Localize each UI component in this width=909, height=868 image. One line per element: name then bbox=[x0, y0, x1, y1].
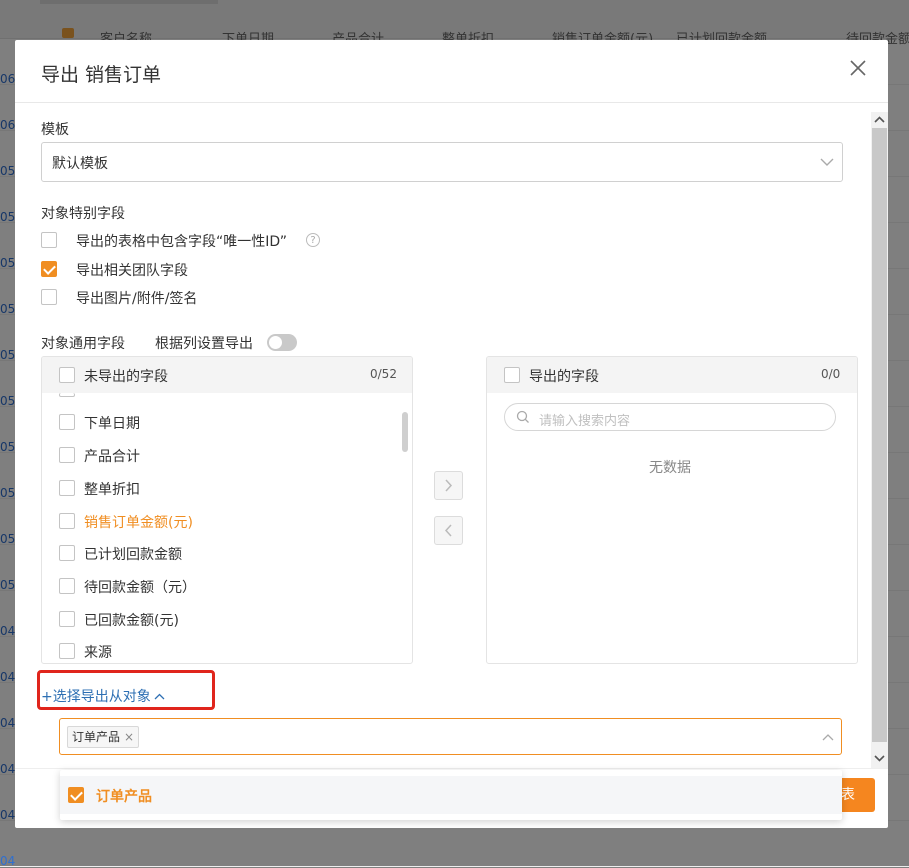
dropdown-option-checkbox[interactable] bbox=[68, 787, 84, 803]
chevron-left-icon bbox=[444, 524, 452, 537]
list-item-checkbox[interactable] bbox=[59, 447, 75, 463]
list-item-checkbox[interactable] bbox=[59, 611, 75, 627]
dialog-title: 导出 销售订单 bbox=[41, 64, 162, 86]
scrollbar-thumb[interactable] bbox=[872, 128, 887, 742]
exported-fields-count: 0/0 bbox=[821, 367, 841, 381]
list-item-checkbox[interactable] bbox=[59, 414, 75, 430]
chevron-right-icon bbox=[445, 479, 453, 492]
list-item-checkbox[interactable] bbox=[59, 545, 75, 561]
help-icon[interactable]: ? bbox=[306, 233, 320, 247]
list-item-checkbox[interactable] bbox=[59, 480, 75, 496]
unexported-fields-count: 0/52 bbox=[370, 367, 397, 381]
export-by-column-label: 根据列设置导出 bbox=[155, 336, 253, 352]
exported-fields-header: 导出的字段 0/0 bbox=[487, 357, 857, 393]
exported-fields-panel: 导出的字段 0/0 请输入搜索内容 无数据 bbox=[486, 356, 858, 664]
export-attachments-label: 导出图片/附件/签名 bbox=[76, 291, 198, 307]
dialog-scrollbar[interactable] bbox=[871, 112, 888, 768]
move-right-button[interactable] bbox=[434, 471, 463, 500]
unexported-fields-header: 未导出的字段 0/52 bbox=[42, 357, 412, 393]
list-item-checkbox[interactable] bbox=[59, 393, 75, 397]
list-item[interactable]: 整单折扣 bbox=[84, 479, 140, 499]
export-team-fields-checkbox[interactable] bbox=[41, 261, 57, 277]
template-select[interactable]: 默认模板 bbox=[41, 142, 843, 182]
dialog-header: 导出 销售订单 bbox=[15, 40, 888, 103]
chevron-down-icon bbox=[820, 158, 834, 166]
export-attachments-checkbox[interactable] bbox=[41, 289, 57, 305]
special-fields-label: 对象特别字段 bbox=[41, 206, 125, 222]
dropdown-option[interactable]: 订单产品 bbox=[60, 776, 842, 814]
list-item-checkbox[interactable] bbox=[59, 643, 75, 659]
close-button[interactable] bbox=[847, 57, 869, 79]
scroll-down-arrow-icon[interactable] bbox=[871, 750, 888, 766]
template-label: 模板 bbox=[41, 122, 69, 138]
template-select-value: 默认模板 bbox=[52, 156, 108, 172]
list-item[interactable]: 来源 bbox=[84, 642, 112, 662]
export-team-fields-label: 导出相关团队字段 bbox=[76, 263, 188, 279]
sub-object-dropdown: 订单产品 bbox=[60, 770, 842, 820]
include-unique-id-label: 导出的表格中包含字段“唯一性ID” bbox=[76, 234, 288, 250]
common-fields-label: 对象通用字段 bbox=[41, 336, 125, 352]
selected-tag: 订单产品 × bbox=[67, 726, 140, 748]
export-by-column-toggle[interactable] bbox=[267, 334, 297, 351]
empty-state-text: 无数据 bbox=[649, 460, 691, 476]
export-dialog: 导出 销售订单 模板 默认模板 对象特别字段 导出的表格中包含字段“唯一性ID”… bbox=[15, 40, 888, 828]
select-all-unexported-checkbox[interactable] bbox=[59, 367, 75, 383]
exported-fields-search-input[interactable]: 请输入搜索内容 bbox=[504, 403, 836, 431]
unexported-fields-title: 未导出的字段 bbox=[84, 369, 168, 385]
list-item[interactable]: 已计划回款金额 bbox=[84, 544, 182, 564]
row-number[interactable]: 04 bbox=[0, 854, 15, 868]
list-item[interactable]: 下单日期 bbox=[84, 413, 140, 433]
search-icon bbox=[516, 410, 529, 423]
dropdown-option-label: 订单产品 bbox=[96, 789, 152, 805]
list-item-checkbox[interactable] bbox=[59, 578, 75, 594]
tag-close-icon[interactable]: × bbox=[124, 730, 134, 744]
dialog-footer-divider bbox=[15, 768, 888, 769]
primary-action-button-label: 表 bbox=[841, 787, 855, 803]
toggle-knob bbox=[269, 336, 282, 349]
list-item[interactable]: 待回款金额（元） bbox=[84, 577, 196, 597]
chevron-up-icon bbox=[822, 734, 834, 741]
scroll-up-arrow-icon[interactable] bbox=[871, 112, 888, 128]
select-all-exported-checkbox[interactable] bbox=[504, 367, 520, 383]
list-item[interactable]: 已回款金额(元) bbox=[84, 610, 179, 630]
move-left-button[interactable] bbox=[434, 516, 463, 545]
list-item-checkbox[interactable] bbox=[59, 513, 75, 529]
search-placeholder: 请输入搜索内容 bbox=[539, 414, 631, 429]
include-unique-id-checkbox[interactable] bbox=[41, 232, 57, 248]
selected-tag-label: 订单产品 bbox=[72, 730, 121, 744]
exported-fields-title: 导出的字段 bbox=[529, 369, 599, 385]
list-item-highlighted[interactable]: 销售订单金额(元) bbox=[84, 512, 193, 532]
close-icon bbox=[850, 60, 866, 76]
annotation-highlight-box bbox=[37, 670, 215, 710]
field-list-scrollbar[interactable] bbox=[402, 412, 408, 452]
list-item[interactable]: 产品合计 bbox=[84, 446, 140, 466]
unexported-fields-panel: 未导出的字段 0/52 下单日期 产品合计 整单折扣 销售订单金额(元) 已计划… bbox=[41, 356, 413, 664]
sub-object-select[interactable]: 订单产品 × bbox=[59, 718, 842, 755]
